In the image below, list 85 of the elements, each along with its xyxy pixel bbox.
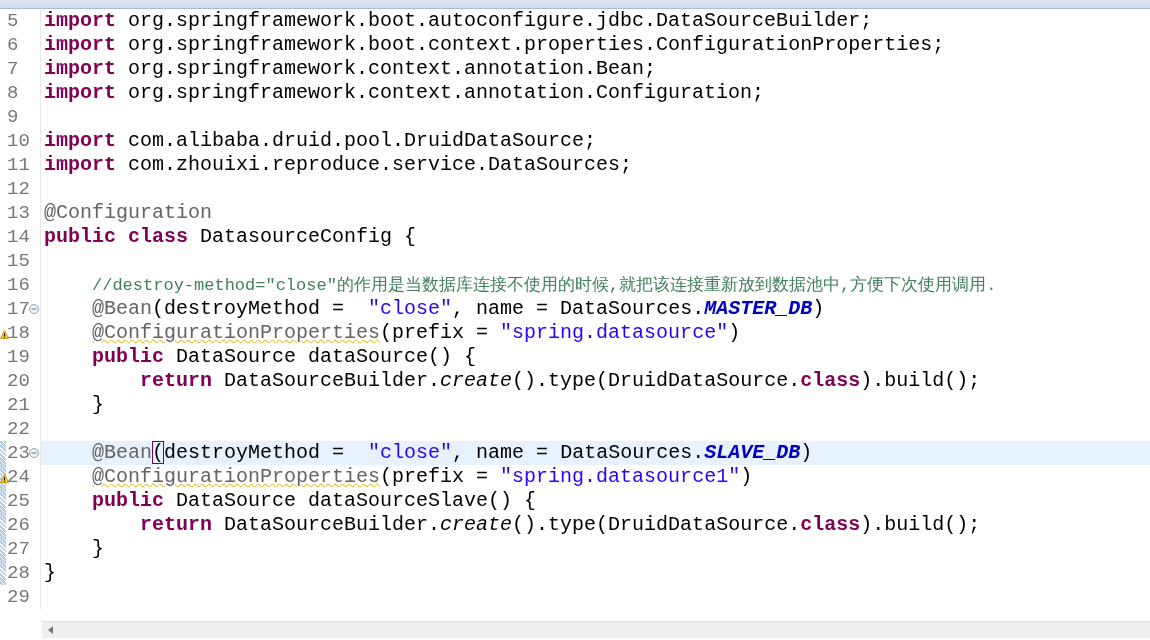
annotation: @Bean bbox=[92, 297, 153, 320]
keyword: import bbox=[44, 9, 116, 32]
code-text: org.springframework.boot.autoconfigure.jdbc.DataSourceBuilder; bbox=[127, 9, 873, 32]
constant: MASTER_DB bbox=[704, 297, 813, 320]
string-literal: "close" bbox=[368, 297, 453, 320]
code-text: } bbox=[92, 393, 105, 416]
keyword: import bbox=[44, 129, 116, 152]
line-number: 15 bbox=[7, 250, 30, 272]
line-number: 29 bbox=[7, 586, 30, 608]
line-number: 26 bbox=[7, 514, 30, 536]
keyword: class bbox=[800, 369, 861, 392]
line-number: 7 bbox=[7, 58, 19, 80]
string-literal: "close" bbox=[368, 441, 453, 464]
string-literal: "spring.datasource" bbox=[500, 321, 729, 344]
keyword: import bbox=[44, 81, 116, 104]
code-text: ) bbox=[800, 441, 813, 464]
code-text: DataSourceBuilder. bbox=[223, 513, 441, 536]
line-number: 27 bbox=[7, 538, 30, 560]
keyword: import bbox=[44, 33, 116, 56]
line-number: 12 bbox=[7, 178, 30, 200]
code-text: ).build(); bbox=[860, 513, 981, 536]
line-number: 24 bbox=[7, 466, 30, 488]
code-text: DatasourceConfig { bbox=[199, 225, 417, 248]
line-number: 18 bbox=[7, 322, 30, 344]
line-number: 6 bbox=[7, 34, 19, 56]
collapse-icon[interactable] bbox=[29, 448, 39, 458]
line-number: 11 bbox=[7, 154, 30, 176]
code-text: destroyMethod = bbox=[164, 441, 346, 464]
code-text: } bbox=[44, 561, 56, 584]
code-comment: //destroy-method="close"的作用是当数据库连接不使用的时候,就把该连接重新放到数据池中,方便下次使用调用. bbox=[92, 276, 997, 295]
code-text: ) bbox=[812, 297, 825, 320]
collapse-icon[interactable] bbox=[29, 304, 39, 314]
horizontal-scrollbar[interactable] bbox=[42, 621, 1150, 638]
code-text: ().type(DruidDataSource. bbox=[512, 513, 801, 536]
code-text: , name = DataSources. bbox=[452, 297, 705, 320]
code-text: ) bbox=[740, 465, 753, 488]
keyword: import bbox=[44, 153, 116, 176]
keyword: return bbox=[140, 513, 213, 536]
line-number: 22 bbox=[7, 418, 30, 440]
keyword: import bbox=[44, 57, 116, 80]
annotation: @Bean bbox=[92, 441, 153, 464]
method-call: create bbox=[440, 513, 513, 536]
line-number: 9 bbox=[7, 106, 19, 128]
code-text: ().type(DruidDataSource. bbox=[512, 369, 801, 392]
code-text: (prefix = bbox=[380, 321, 490, 344]
line-number: 19 bbox=[7, 346, 30, 368]
constant: SLAVE_DB bbox=[704, 441, 801, 464]
code-text: } bbox=[92, 537, 105, 560]
string-literal: "spring.datasource1" bbox=[500, 465, 741, 488]
line-number: 13 bbox=[7, 202, 30, 224]
code-text: org.springframework.context.annotation.Configuration; bbox=[127, 81, 765, 104]
line-number: 8 bbox=[7, 82, 19, 104]
keyword: public bbox=[92, 489, 165, 512]
code-text: ) bbox=[728, 321, 741, 344]
line-number: 16 bbox=[7, 274, 30, 296]
line-number: 23 bbox=[7, 442, 30, 464]
code-text: ).build(); bbox=[860, 369, 981, 392]
keyword: public class bbox=[44, 225, 189, 248]
code-text: DataSourceBuilder. bbox=[223, 369, 441, 392]
line-number: 14 bbox=[7, 226, 30, 248]
line-number: 17 bbox=[7, 298, 30, 320]
code-text: com.alibaba.druid.pool.DruidDataSource; bbox=[127, 129, 597, 152]
code-text: DataSource dataSourceSlave() { bbox=[175, 489, 537, 512]
code-text: , name = DataSources. bbox=[452, 441, 705, 464]
annotation: @Configuration bbox=[44, 201, 213, 224]
line-number: 28 bbox=[7, 562, 30, 584]
code-text: com.zhouixi.reproduce.service.DataSources; bbox=[127, 153, 633, 176]
code-text: org.springframework.context.annotation.Bean; bbox=[127, 57, 657, 80]
line-number: 10 bbox=[7, 130, 30, 152]
scroll-left-icon[interactable] bbox=[48, 626, 54, 634]
code-text: (destroyMethod = bbox=[152, 297, 346, 320]
method-call: create bbox=[440, 369, 513, 392]
code-text: DataSource dataSource() { bbox=[175, 345, 477, 368]
line-number: 21 bbox=[7, 394, 30, 416]
code-text: org.springframework.boot.context.properties.ConfigurationProperties; bbox=[127, 33, 945, 56]
code-text: (prefix = bbox=[380, 465, 490, 488]
annotation: @ConfigurationProperties bbox=[92, 321, 381, 344]
keyword: public bbox=[92, 345, 165, 368]
line-number: 20 bbox=[7, 370, 30, 392]
annotation: @ConfigurationProperties bbox=[92, 465, 381, 488]
keyword: class bbox=[800, 513, 861, 536]
keyword: return bbox=[140, 369, 213, 392]
line-number: 5 bbox=[7, 10, 19, 32]
line-number: 25 bbox=[7, 490, 30, 512]
bracket: ( bbox=[152, 441, 165, 464]
